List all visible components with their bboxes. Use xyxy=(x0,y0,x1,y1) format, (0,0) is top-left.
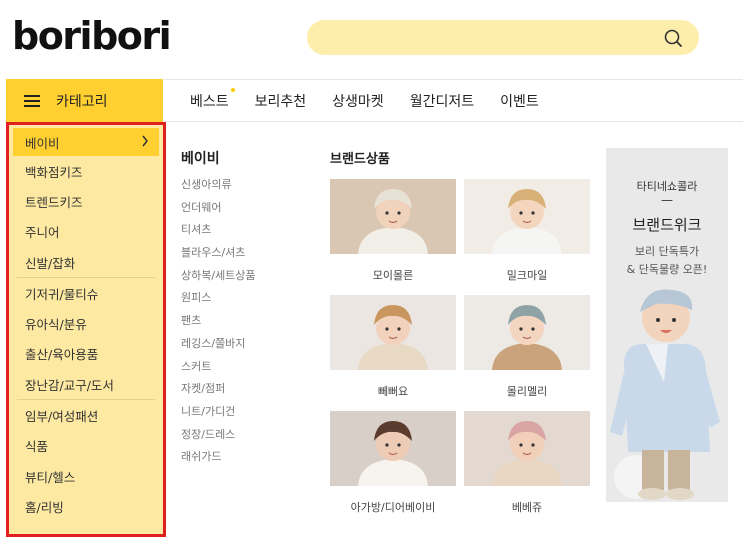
brand-product-photo xyxy=(330,411,456,486)
brand-product-photo xyxy=(464,295,590,370)
category-button-label: 카테고리 xyxy=(56,93,108,110)
brand-name: 뻬뻐요 xyxy=(377,385,409,398)
banner-divider: — xyxy=(661,193,673,207)
submenu-item[interactable]: 래쉬가드 xyxy=(181,448,256,471)
search-icon[interactable] xyxy=(663,28,683,48)
sidebar-category-item[interactable]: 장난감/교구/도서 xyxy=(9,369,163,399)
brand-card[interactable]: 베베쥬 xyxy=(464,411,590,515)
search-bar[interactable] xyxy=(307,20,699,55)
sidebar-category-label: 장난감/교구/도서 xyxy=(25,377,114,393)
brand-name: 모이몰른 xyxy=(372,269,414,282)
sidebar-category-label: 기저귀/물티슈 xyxy=(25,286,99,302)
topnav-item[interactable]: 이벤트 xyxy=(500,91,539,111)
submenu-item[interactable]: 티셔츠 xyxy=(181,221,256,244)
brand-card[interactable]: 아가방/디어베이비 xyxy=(330,411,456,515)
submenu-item[interactable]: 스커트 xyxy=(181,358,256,381)
hamburger-icon xyxy=(24,94,40,107)
sidebar-category-label: 홈/리빙 xyxy=(25,499,64,515)
sidebar-category-label: 주니어 xyxy=(25,225,60,241)
brand-name: 아가방/디어베이비 xyxy=(350,501,436,514)
category-sidebar: 베이비백화점키즈트렌드키즈주니어신발/잡화기저귀/물티슈유아식/분유출산/육아용… xyxy=(6,122,166,537)
submenu-item[interactable]: 신생아의류 xyxy=(181,176,256,199)
category-button[interactable]: 카테고리 xyxy=(6,79,163,122)
submenu-item[interactable]: 정장/드레스 xyxy=(181,426,256,449)
sidebar-category-item[interactable]: 홈/리빙 xyxy=(9,491,163,521)
sidebar-category-item[interactable]: 주니어 xyxy=(9,217,163,247)
brand-card[interactable]: 모이몰른 xyxy=(330,179,456,283)
chevron-right-icon xyxy=(142,135,148,147)
brand-card[interactable]: 뻬뻐요 xyxy=(330,295,456,399)
brand-card[interactable]: 몰리멜리 xyxy=(464,295,590,399)
submenu-item[interactable]: 언더웨어 xyxy=(181,199,256,222)
top-navigation: 베스트 보리추천 상생마켓 월간디저트 이벤트 xyxy=(190,80,565,121)
sidebar-category-item[interactable]: 기저귀/물티슈 xyxy=(9,278,163,308)
sidebar-category-label: 트렌드키즈 xyxy=(25,194,83,210)
sidebar-category-label: 임부/여성패션 xyxy=(25,409,99,425)
sidebar-category-label: 베이비 xyxy=(25,135,60,151)
sidebar-category-item[interactable]: 식품 xyxy=(9,431,163,461)
submenu-item[interactable]: 블라우스/셔츠 xyxy=(181,244,256,267)
brand-product-photo xyxy=(464,179,590,254)
submenu-item[interactable]: 레깅스/쫄바지 xyxy=(181,335,256,358)
sidebar-category-item[interactable]: 트렌드키즈 xyxy=(9,186,163,216)
sidebar-category-item[interactable]: 유아식/분유 xyxy=(9,308,163,338)
topnav-item[interactable]: 베스트 xyxy=(190,87,235,111)
brand-section-title: 브랜드상품 xyxy=(330,152,390,167)
brand-name: 베베쥬 xyxy=(511,501,543,514)
sidebar-category-item[interactable]: 신발/잡화 xyxy=(9,247,163,277)
submenu-item[interactable]: 자켓/점퍼 xyxy=(181,380,256,403)
brand-product-photo xyxy=(464,411,590,486)
sidebar-category-label: 출산/육아용품 xyxy=(25,347,99,363)
sidebar-category-label: 유아식/분유 xyxy=(25,317,87,333)
submenu-item[interactable]: 원피스 xyxy=(181,289,256,312)
sidebar-category-item[interactable]: 백화점키즈 xyxy=(9,156,163,186)
topnav-border-bottom xyxy=(164,121,743,122)
brand-card[interactable]: 밀크마일 xyxy=(464,179,590,283)
logo[interactable]: boribori xyxy=(12,14,172,58)
sidebar-category-item[interactable]: 뷰티/헬스 xyxy=(9,461,163,491)
submenu-title: 베이비 xyxy=(181,151,220,167)
sidebar-category-label: 뷰티/헬스 xyxy=(25,469,76,485)
promo-banner[interactable]: 타티네쇼콜라 — 브랜드위크 보리 단독특가 & 단독물량 오픈! xyxy=(606,148,728,502)
sidebar-category-item[interactable]: 임부/여성패션 xyxy=(9,400,163,430)
banner-desc: 보리 단독특가 xyxy=(634,245,700,258)
submenu-list: 신생아의류 언더웨어 티셔츠 블라우스/셔츠 상하복/세트상품 원피스 팬츠 레깅스/쫄바지 스… xyxy=(181,176,256,471)
new-indicator-dot xyxy=(230,87,235,92)
submenu-item[interactable]: 상하복/세트상품 xyxy=(181,267,256,290)
banner-desc: & 단독물량 오픈! xyxy=(626,263,708,276)
sidebar-category-label: 신발/잡화 xyxy=(25,255,76,271)
sidebar-category-label: 식품 xyxy=(25,439,49,455)
sidebar-category-item[interactable]: 베이비 xyxy=(13,128,159,156)
submenu-item[interactable]: 니트/가디건 xyxy=(181,403,256,426)
brand-product-photo xyxy=(330,295,456,370)
banner-brand: 타티네쇼콜라 xyxy=(636,180,698,193)
topnav-item[interactable]: 상생마켓 xyxy=(332,91,384,111)
banner-title: 브랜드위크 xyxy=(632,216,702,234)
brand-name: 몰리멜리 xyxy=(506,385,548,398)
brand-product-photo xyxy=(330,179,456,254)
topnav-item[interactable]: 월간디저트 xyxy=(410,91,474,111)
sidebar-category-item[interactable]: 출산/육아용품 xyxy=(9,339,163,369)
brand-name: 밀크마일 xyxy=(506,269,548,282)
sidebar-category-label: 백화점키즈 xyxy=(25,164,83,180)
topnav-item[interactable]: 보리추천 xyxy=(255,91,307,111)
submenu-item[interactable]: 팬츠 xyxy=(181,312,256,335)
banner-child-photo xyxy=(610,289,720,500)
